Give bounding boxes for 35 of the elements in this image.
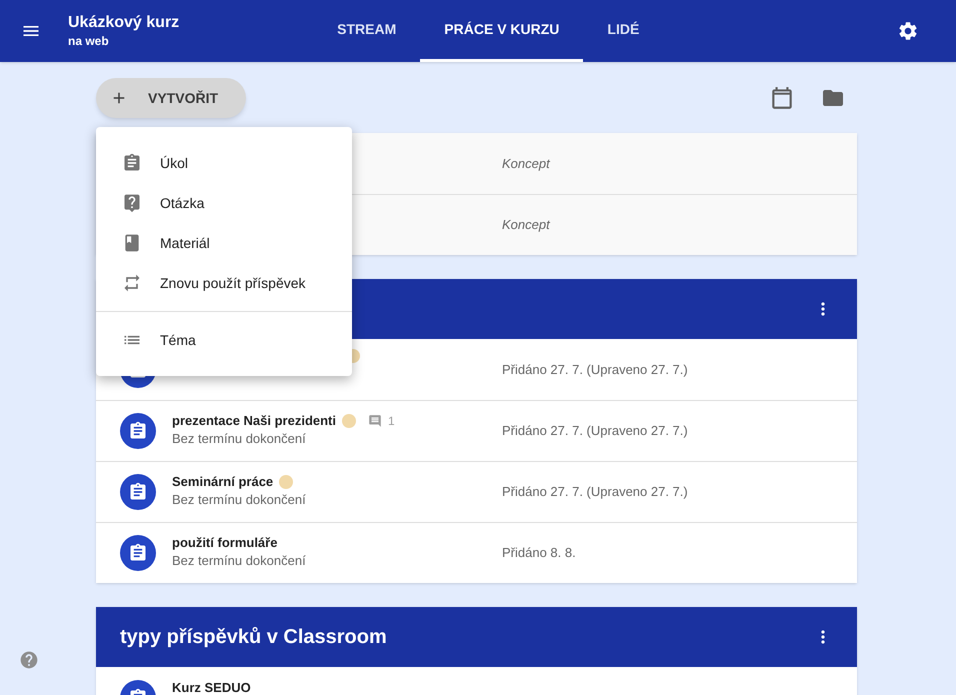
assignment-icon (120, 535, 156, 571)
due-date-text: Bez termínu dokončení (172, 430, 307, 448)
posted-date: Přidáno 27. 7. (Upraveno 27. 7.) (502, 422, 688, 440)
menu-item[interactable]: Téma (96, 320, 352, 360)
posted-date: Přidáno 27. 7. (Upraveno 27. 7.) (502, 483, 688, 502)
assignment-title[interactable]: použití formuláře (172, 535, 278, 551)
assignment-title[interactable]: prezentace Naši prezidenti (172, 413, 336, 429)
assignment-title[interactable]: Kurz SEDUO (172, 680, 251, 695)
clipboard-icon (122, 153, 142, 173)
menu-item[interactable]: Otázka (96, 183, 352, 223)
settings-icon[interactable] (897, 20, 919, 42)
comment-icon (368, 414, 382, 428)
nav-tab[interactable]: LIDÉ (583, 0, 664, 62)
nav-tab[interactable]: STREAM (313, 0, 420, 62)
repeat-icon (122, 273, 142, 293)
menu-item[interactable]: Materiál (96, 223, 352, 263)
question-icon (122, 193, 142, 213)
create-button[interactable]: VYTVOŘIT (96, 78, 246, 118)
assignment-icon (120, 413, 156, 449)
posted-date: Přidáno 27. 7. (Upraveno 27. 7.) (502, 360, 688, 379)
course-subtitle: na web (68, 33, 110, 49)
topic-title[interactable]: typy příspěvků v Classroom (120, 622, 387, 652)
assignment-icon (120, 474, 156, 510)
nav-tab[interactable]: PRÁCE V KURZU (420, 0, 584, 62)
comment-count: 1 (388, 413, 395, 430)
help-icon[interactable] (19, 650, 39, 670)
draft-status: Koncept (502, 154, 550, 173)
draft-status: Koncept (502, 216, 550, 234)
due-date-text: Bez termínu dokončení (172, 552, 307, 570)
menu-item[interactable]: Znovu použít příspěvek (96, 263, 352, 303)
menu-item[interactable]: Úkol (96, 143, 352, 183)
course-title[interactable]: Ukázkový kurz (68, 13, 180, 33)
assignment-title[interactable]: Seminární práce (172, 474, 274, 490)
due-date-text: Bez termínu dokončení (172, 491, 307, 509)
posted-date: Přidáno 8. 8. (502, 544, 576, 562)
